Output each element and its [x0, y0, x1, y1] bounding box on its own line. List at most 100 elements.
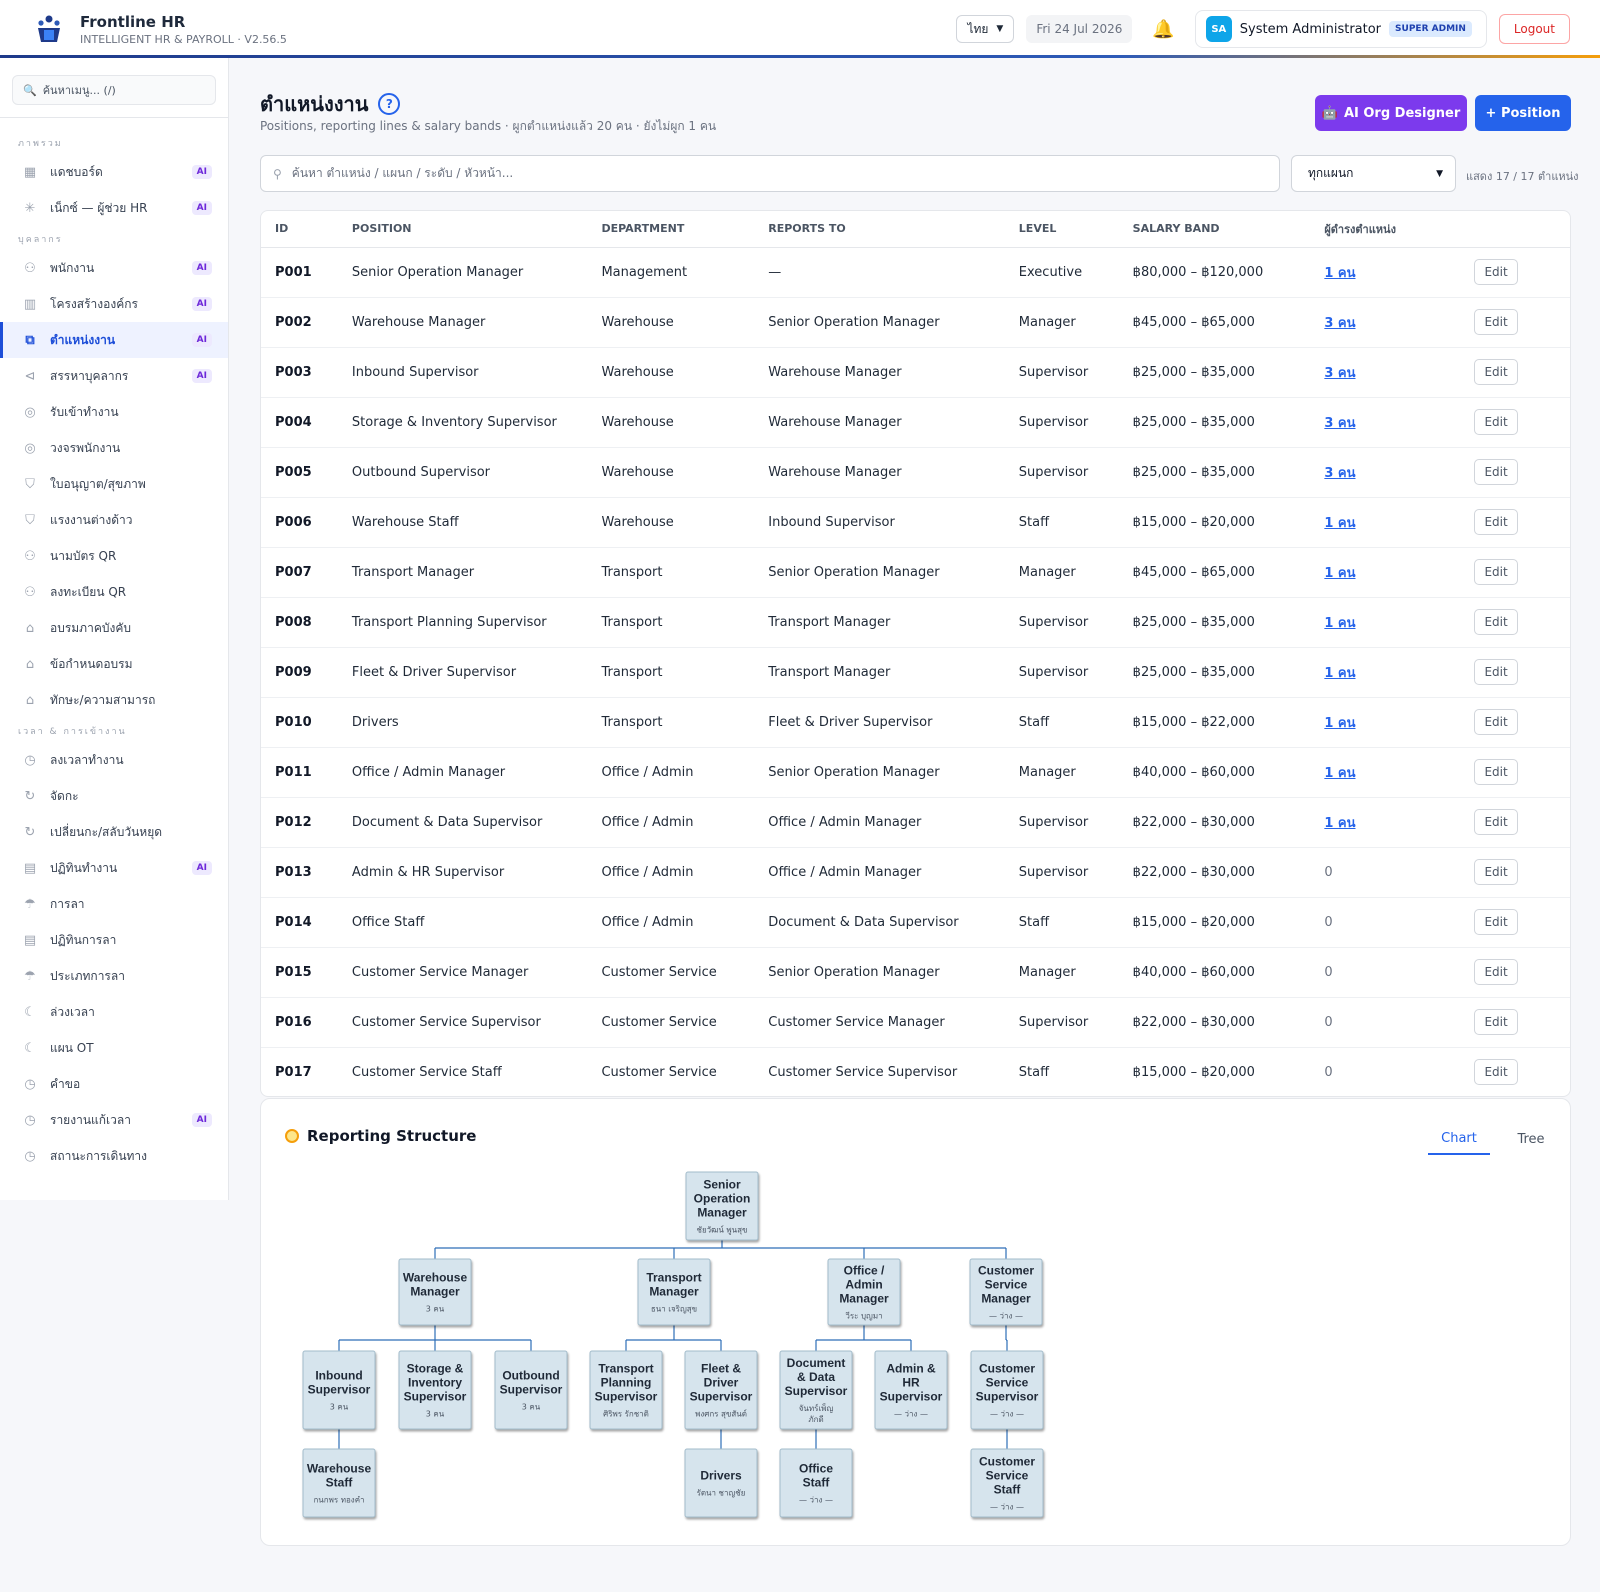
sidebar-item[interactable]: ◷ รายงานแก้เวลา AI — [0, 1102, 228, 1138]
holders-link[interactable]: 1 คน — [1324, 666, 1355, 681]
sidebar-item[interactable]: ⊲ สรรหาบุคลากร AI — [0, 358, 228, 394]
department-filter-select[interactable]: ทุกแผนก ▼ — [1291, 155, 1456, 192]
sidebar-item[interactable]: ⧉ ตำแหน่งงาน AI — [0, 322, 228, 358]
org-node[interactable]: CustomerServiceStaff — ว่าง — — [970, 1448, 1044, 1518]
sidebar-item-label: รับเข้าทำงาน — [50, 404, 119, 419]
holders-link[interactable]: 1 คน — [1324, 516, 1355, 531]
edit-button[interactable]: Edit — [1474, 809, 1519, 835]
sidebar-item[interactable]: ☾ ล่วงเวลา — [0, 994, 228, 1030]
edit-button[interactable]: Edit — [1474, 509, 1519, 535]
org-node[interactable]: Storage &InventorySupervisor 3 คน — [398, 1350, 472, 1430]
org-node[interactable]: SeniorOperationManager ชัยวัฒน์ พูนสุข — [685, 1171, 759, 1241]
sidebar-item[interactable]: ▤ ปฏิทินทำงาน AI — [0, 850, 228, 886]
org-node[interactable]: InboundSupervisor 3 คน — [302, 1350, 376, 1430]
holders-link[interactable]: 3 คน — [1324, 366, 1355, 381]
org-node[interactable]: Fleet &DriverSupervisor พงศกร สุขสันต์ — [684, 1350, 758, 1430]
user-menu[interactable]: SA System Administrator SUPER ADMIN — [1194, 10, 1487, 48]
sidebar-item[interactable]: ◎ วงจรพนักงาน — [0, 430, 228, 466]
sidebar-item[interactable]: ◎ รับเข้าทำงาน — [0, 394, 228, 430]
org-node[interactable]: TransportManager ธนา เจริญสุข — [637, 1258, 711, 1326]
edit-button[interactable]: Edit — [1474, 459, 1519, 485]
edit-button[interactable]: Edit — [1474, 359, 1519, 385]
bell-icon[interactable]: 🔔 — [1144, 19, 1182, 40]
holders-cell: 3 คน — [1324, 297, 1475, 348]
help-icon[interactable]: ? — [378, 93, 401, 115]
salary-band-cell: ฿22,000 – ฿30,000 — [1132, 847, 1325, 898]
holders-link[interactable]: 1 คน — [1324, 766, 1355, 781]
graduation-icon: ⌂ — [25, 692, 35, 708]
sidebar-item[interactable]: ⛉ ใบอนุญาต/สุขภาพ — [0, 466, 228, 502]
sidebar-item-label: การลา — [50, 896, 85, 911]
sidebar-item[interactable]: ↻ เปลี่ยนกะ/สลับวันหยุด — [0, 814, 228, 850]
org-node-title: Admin — [845, 1278, 882, 1292]
sidebar-item[interactable]: ↻ จัดกะ — [0, 778, 228, 814]
edit-button[interactable]: Edit — [1474, 909, 1519, 935]
sidebar-search-input[interactable]: 🔍 ค้นหาเมนู... (/) — [12, 75, 216, 105]
sidebar-item[interactable]: ☂ ประเภทการลา — [0, 958, 228, 994]
sidebar-item[interactable]: ⚇ พนักงาน AI — [0, 250, 228, 286]
holders-link[interactable]: 3 คน — [1324, 466, 1355, 481]
sidebar-item-label: ลงเวลาทำงาน — [50, 752, 124, 767]
actions-cell: Edit — [1474, 597, 1570, 648]
holders-link[interactable]: 1 คน — [1324, 616, 1355, 631]
salary-band-cell: ฿80,000 – ฿120,000 — [1132, 247, 1325, 298]
holders-link[interactable]: 1 คน — [1324, 566, 1355, 581]
holders-link[interactable]: 1 คน — [1324, 716, 1355, 731]
sidebar-item[interactable]: ⚇ นามบัตร QR — [0, 538, 228, 574]
org-node[interactable]: TransportPlanningSupervisor ศิริพร รักชาต… — [589, 1350, 663, 1430]
org-node[interactable]: OfficeStaff — ว่าง — — [779, 1448, 853, 1518]
page-subtitle: Positions, reporting lines & salary band… — [260, 119, 717, 133]
org-node[interactable]: CustomerServiceSupervisor — ว่าง — — [970, 1350, 1044, 1430]
holders-link[interactable]: 3 คน — [1324, 316, 1355, 331]
sidebar-item[interactable]: ⌂ อบรมภาคบังคับ — [0, 610, 228, 646]
edit-button[interactable]: Edit — [1474, 759, 1519, 785]
org-node[interactable]: Document& DataSupervisor จันทร์เพ็ญภักดี — [779, 1350, 853, 1430]
org-node[interactable]: Office /AdminManager วีระ บุญมา — [827, 1258, 901, 1326]
sidebar-item[interactable]: ▥ โครงสร้างองค์กร AI — [0, 286, 228, 322]
sidebar-item[interactable]: ☂ การลา — [0, 886, 228, 922]
org-node[interactable]: WarehouseManager 3 คน — [398, 1258, 472, 1326]
org-node-title: Warehouse — [403, 1271, 468, 1285]
sidebar-item[interactable]: ⌂ ข้อกำหนดอบรม — [0, 646, 228, 682]
sidebar-item[interactable]: ◷ สถานะการเดินทาง — [0, 1138, 228, 1174]
org-node[interactable]: WarehouseStaff กนกพร ทองคำ — [302, 1448, 376, 1518]
edit-button[interactable]: Edit — [1474, 559, 1519, 585]
brand[interactable]: Frontline HR INTELLIGENT HR & PAYROLL · … — [32, 12, 287, 46]
sidebar-item[interactable]: ▦ แดชบอร์ด AI — [0, 154, 228, 190]
actions-cell: Edit — [1474, 847, 1570, 898]
edit-button[interactable]: Edit — [1474, 859, 1519, 885]
position-id-cell: P006 — [261, 497, 338, 548]
edit-button[interactable]: Edit — [1474, 259, 1519, 285]
edit-button[interactable]: Edit — [1474, 1059, 1519, 1086]
edit-button[interactable]: Edit — [1474, 709, 1519, 735]
holders-link[interactable]: 1 คน — [1324, 266, 1355, 281]
org-node[interactable]: Drivers รัตนา ชาญชัย — [684, 1448, 758, 1518]
edit-button[interactable]: Edit — [1474, 309, 1519, 335]
sidebar-item[interactable]: ✳ เน็กซ์ — ผู้ช่วย HR AI — [0, 190, 228, 226]
edit-button[interactable]: Edit — [1474, 609, 1519, 635]
edit-button[interactable]: Edit — [1474, 659, 1519, 685]
position-search-input[interactable]: ⚲ ค้นหา ตำแหน่ง / แผนก / ระดับ / หัวหน้า… — [260, 155, 1280, 192]
sidebar-item[interactable]: ☾ แผน OT — [0, 1030, 228, 1066]
sidebar-item[interactable]: ⛉ แรงงานต่างด้าว — [0, 502, 228, 538]
language-select[interactable]: ไทย ▼ — [956, 15, 1015, 43]
edit-button[interactable]: Edit — [1474, 959, 1519, 985]
edit-button[interactable]: Edit — [1474, 1009, 1519, 1035]
edit-button[interactable]: Edit — [1474, 409, 1519, 435]
add-position-button[interactable]: + Position — [1475, 95, 1571, 131]
holders-link[interactable]: 1 คน — [1324, 816, 1355, 831]
sidebar-item[interactable]: ⚇ ลงทะเบียน QR — [0, 574, 228, 610]
sidebar-item[interactable]: ▤ ปฏิทินการลา — [0, 922, 228, 958]
org-node[interactable]: OutboundSupervisor 3 คน — [494, 1350, 568, 1430]
sidebar-item[interactable]: ◷ ลงเวลาทำงาน — [0, 742, 228, 778]
salary-band-cell: ฿25,000 – ฿35,000 — [1132, 647, 1325, 698]
logout-button[interactable]: Logout — [1498, 14, 1570, 44]
org-node[interactable]: CustomerServiceManager — ว่าง — — [969, 1258, 1043, 1326]
sidebar-item[interactable]: ⌂ ทักษะ/ความสามารถ — [0, 682, 228, 718]
holders-link[interactable]: 3 คน — [1324, 416, 1355, 431]
org-node[interactable]: Admin &HRSupervisor — ว่าง — — [874, 1350, 948, 1430]
sidebar-item[interactable]: ◷ คำขอ — [0, 1066, 228, 1102]
org-node-title: Driver — [704, 1376, 739, 1390]
holders-cell: 0 — [1324, 947, 1475, 998]
ai-org-designer-button[interactable]: 🤖 AI Org Designer — [1315, 95, 1467, 131]
